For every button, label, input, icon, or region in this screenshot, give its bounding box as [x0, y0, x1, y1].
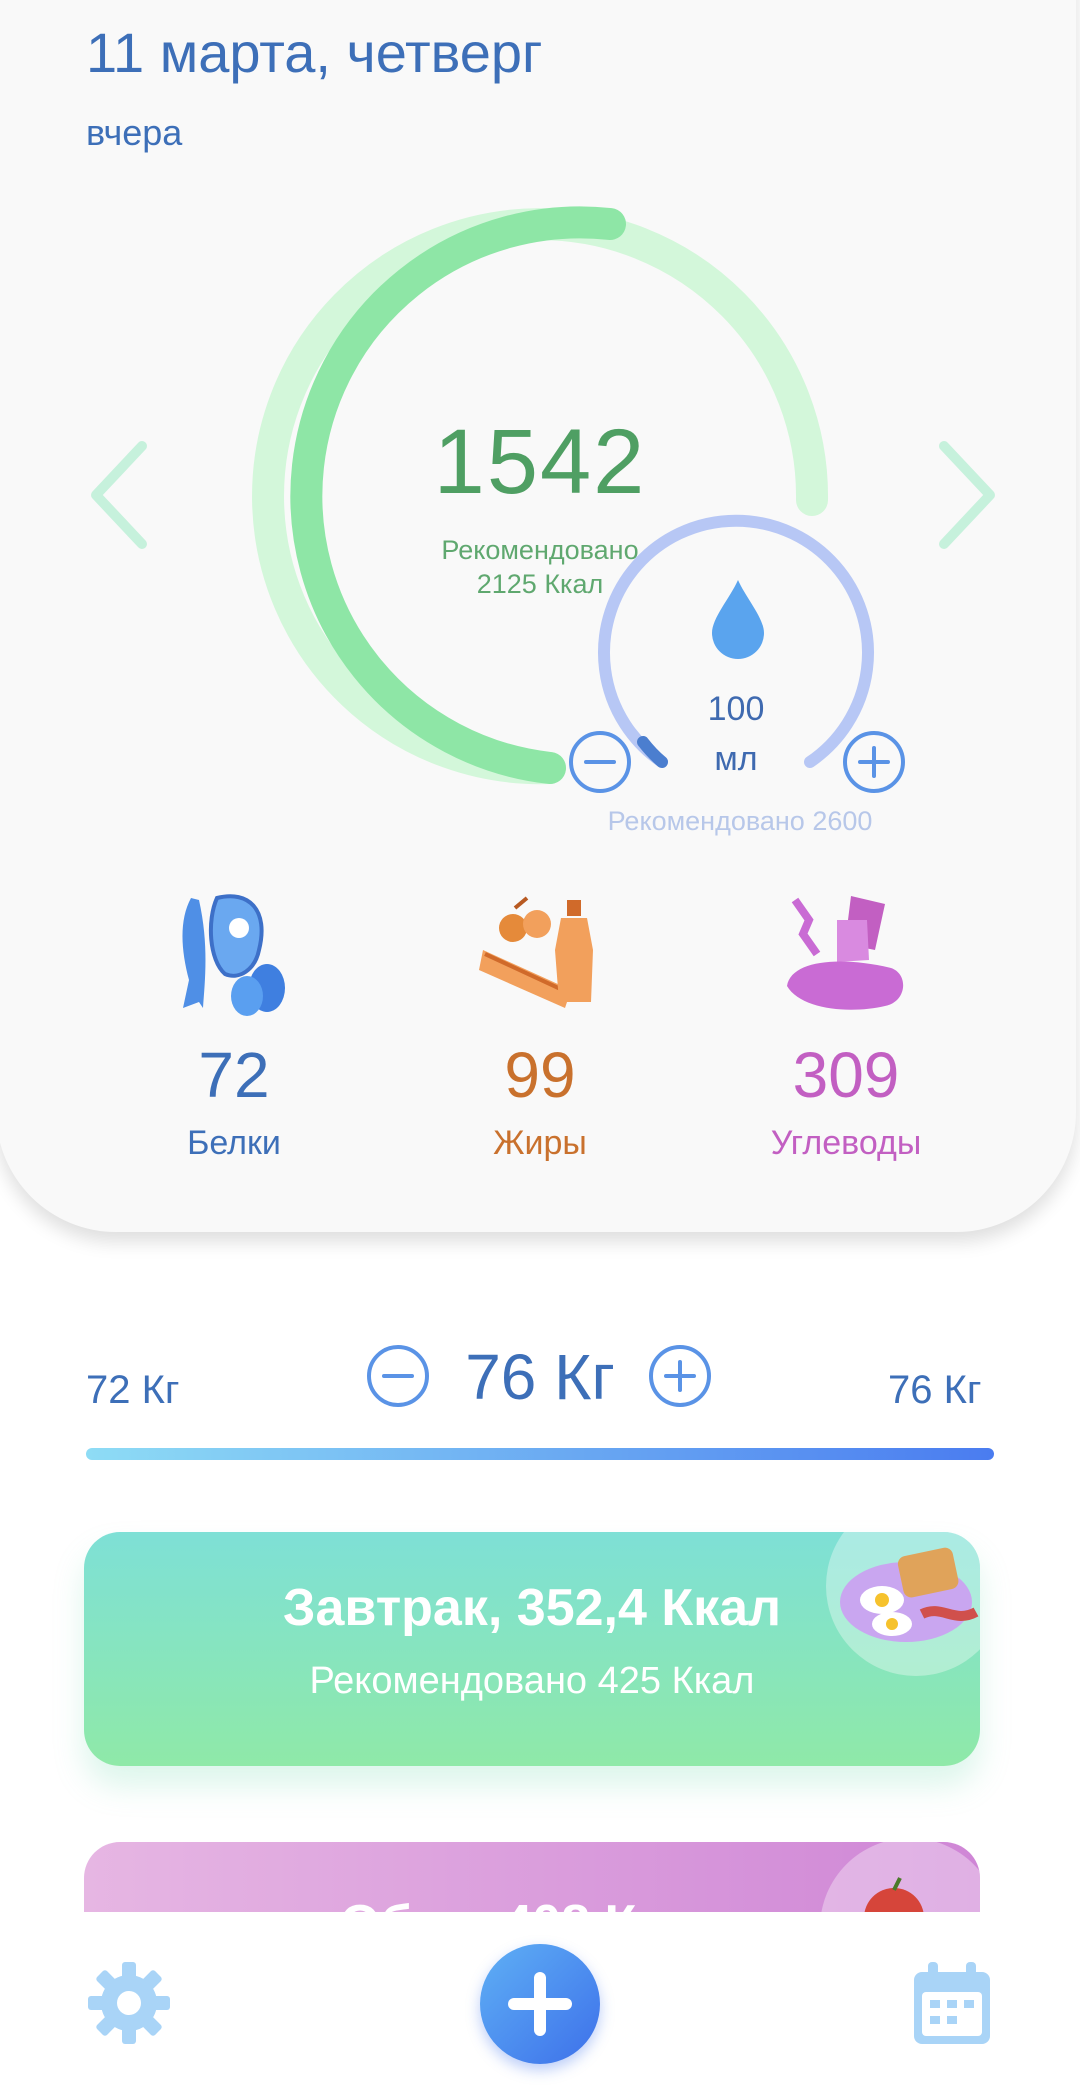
- carbs-icon: [787, 896, 904, 1010]
- water-unit: мл: [714, 740, 758, 778]
- meal-card-breakfast[interactable]: Завтрак, 352,4 Ккал Рекомендовано 425 Кк…: [84, 1532, 980, 1766]
- macro-carbs: 309 Углеводы: [726, 890, 966, 1163]
- protein-value: 72: [198, 1039, 270, 1111]
- protein-label: Белки: [187, 1124, 281, 1162]
- calendar-icon[interactable]: [912, 1960, 992, 2046]
- macro-fats: 99 Жиры: [420, 890, 660, 1163]
- carbs-value: 309: [792, 1039, 900, 1111]
- calories-value: 1542: [433, 411, 647, 513]
- plus-icon: [508, 1972, 572, 2036]
- carbs-label: Углеводы: [770, 1124, 922, 1162]
- fats-icon: [479, 896, 593, 1008]
- water-recommended: Рекомендовано 2600: [607, 806, 873, 836]
- weight-minus-button[interactable]: [366, 1344, 430, 1408]
- weight-target: 76 Кг: [888, 1368, 982, 1412]
- protein-icon: [182, 894, 285, 1016]
- weight-plus-button[interactable]: [648, 1344, 712, 1408]
- water-minus-button[interactable]: [568, 730, 632, 794]
- water-value: 100 мл: [686, 684, 786, 784]
- gear-icon[interactable]: [86, 1960, 172, 2046]
- water-drop-icon: [712, 580, 764, 659]
- breakfast-recommended: Рекомендовано 425 Ккал: [309, 1660, 755, 1702]
- weight-start: 72 Кг: [86, 1368, 180, 1412]
- water-amount: 100: [707, 690, 765, 728]
- add-button[interactable]: [480, 1944, 600, 2064]
- weight-current: 76 Кг: [465, 1341, 615, 1413]
- water-plus-button[interactable]: [842, 730, 906, 794]
- breakfast-title: Завтрак, 352,4 Ккал: [282, 1579, 782, 1637]
- macro-protein: 72 Белки: [114, 890, 354, 1163]
- weight-progress-bar: [86, 1448, 994, 1460]
- fats-label: Жиры: [493, 1124, 587, 1162]
- fats-value: 99: [504, 1039, 576, 1111]
